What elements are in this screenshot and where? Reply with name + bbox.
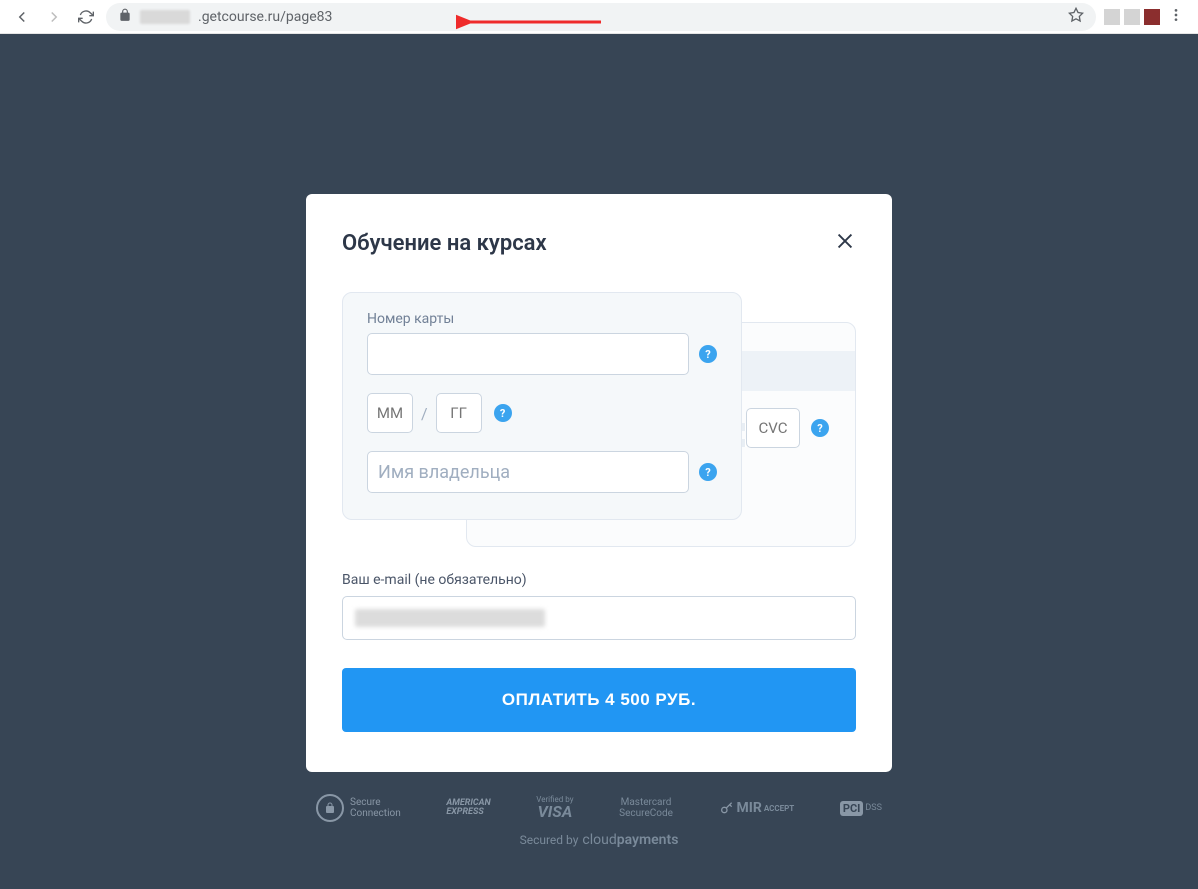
pay-button[interactable]: ОПЛАТИТЬ 4 500 РУБ. [342, 668, 856, 732]
card-front: Номер карты ? / ? [342, 292, 742, 520]
page-body: Обучение на курсах ? Номер карты [0, 34, 1198, 889]
pci-badge: PCI DSS [840, 801, 882, 816]
kebab-menu-icon[interactable] [1164, 7, 1188, 27]
red-arrow-annotation [456, 11, 606, 37]
help-icon[interactable]: ? [811, 419, 829, 437]
help-icon[interactable]: ? [494, 404, 512, 422]
expiry-year-input[interactable] [436, 393, 482, 433]
reload-button[interactable] [74, 5, 98, 29]
visa-badge: Verified by VISA [536, 796, 573, 820]
email-label: Ваш e-mail (не обязательно) [342, 572, 856, 588]
key-icon [719, 800, 735, 816]
toolbar-right [1104, 7, 1188, 27]
expiry-month-input[interactable] [367, 393, 413, 433]
url-redacted [140, 10, 190, 24]
secured-by-line: Secured by cloudpayments [520, 832, 679, 848]
extension-icon[interactable] [1124, 9, 1140, 25]
close-button[interactable] [834, 230, 856, 256]
secure-text-1: Secure [350, 797, 401, 808]
payment-footer: Secure Connection AMERICAN EXPRESS Verif… [306, 794, 892, 848]
bookmark-star-icon[interactable] [1068, 7, 1084, 27]
lock-icon [118, 8, 132, 26]
expiry-year-field[interactable] [437, 394, 481, 432]
help-icon[interactable]: ? [699, 345, 717, 363]
slash-separator: / [421, 404, 428, 423]
forward-button[interactable] [42, 5, 66, 29]
mastercard-badge: Mastercard SecureCode [619, 797, 673, 819]
help-icon[interactable]: ? [699, 463, 717, 481]
amex-badge: AMERICAN EXPRESS [446, 799, 490, 817]
card-number-label: Номер карты [367, 311, 717, 327]
secure-connection-badge: Secure Connection [316, 794, 401, 822]
back-button[interactable] [10, 5, 34, 29]
cvc-input[interactable] [746, 408, 800, 448]
card-number-input[interactable] [367, 333, 689, 375]
cardholder-field[interactable] [378, 452, 678, 492]
email-input[interactable] [342, 596, 856, 640]
extension-icon[interactable] [1144, 9, 1160, 25]
url-text: .getcourse.ru/page83 [198, 9, 332, 25]
extension-icon[interactable] [1104, 9, 1120, 25]
secure-text-2: Connection [350, 808, 401, 819]
cvc-field[interactable] [747, 409, 799, 447]
payment-modal: Обучение на курсах ? Номер карты [306, 194, 892, 772]
modal-title: Обучение на курсах [342, 231, 547, 256]
card-number-field[interactable] [378, 334, 678, 374]
email-redacted [355, 609, 545, 627]
card-visual-area: ? Номер карты ? / [342, 292, 856, 552]
browser-toolbar: .getcourse.ru/page83 [0, 0, 1198, 34]
expiry-month-field[interactable] [368, 394, 412, 432]
lock-circle-icon [316, 794, 344, 822]
mir-badge: MIRACCEPT [719, 800, 795, 816]
address-bar[interactable]: .getcourse.ru/page83 [106, 3, 1096, 31]
cardholder-input[interactable] [367, 451, 689, 493]
